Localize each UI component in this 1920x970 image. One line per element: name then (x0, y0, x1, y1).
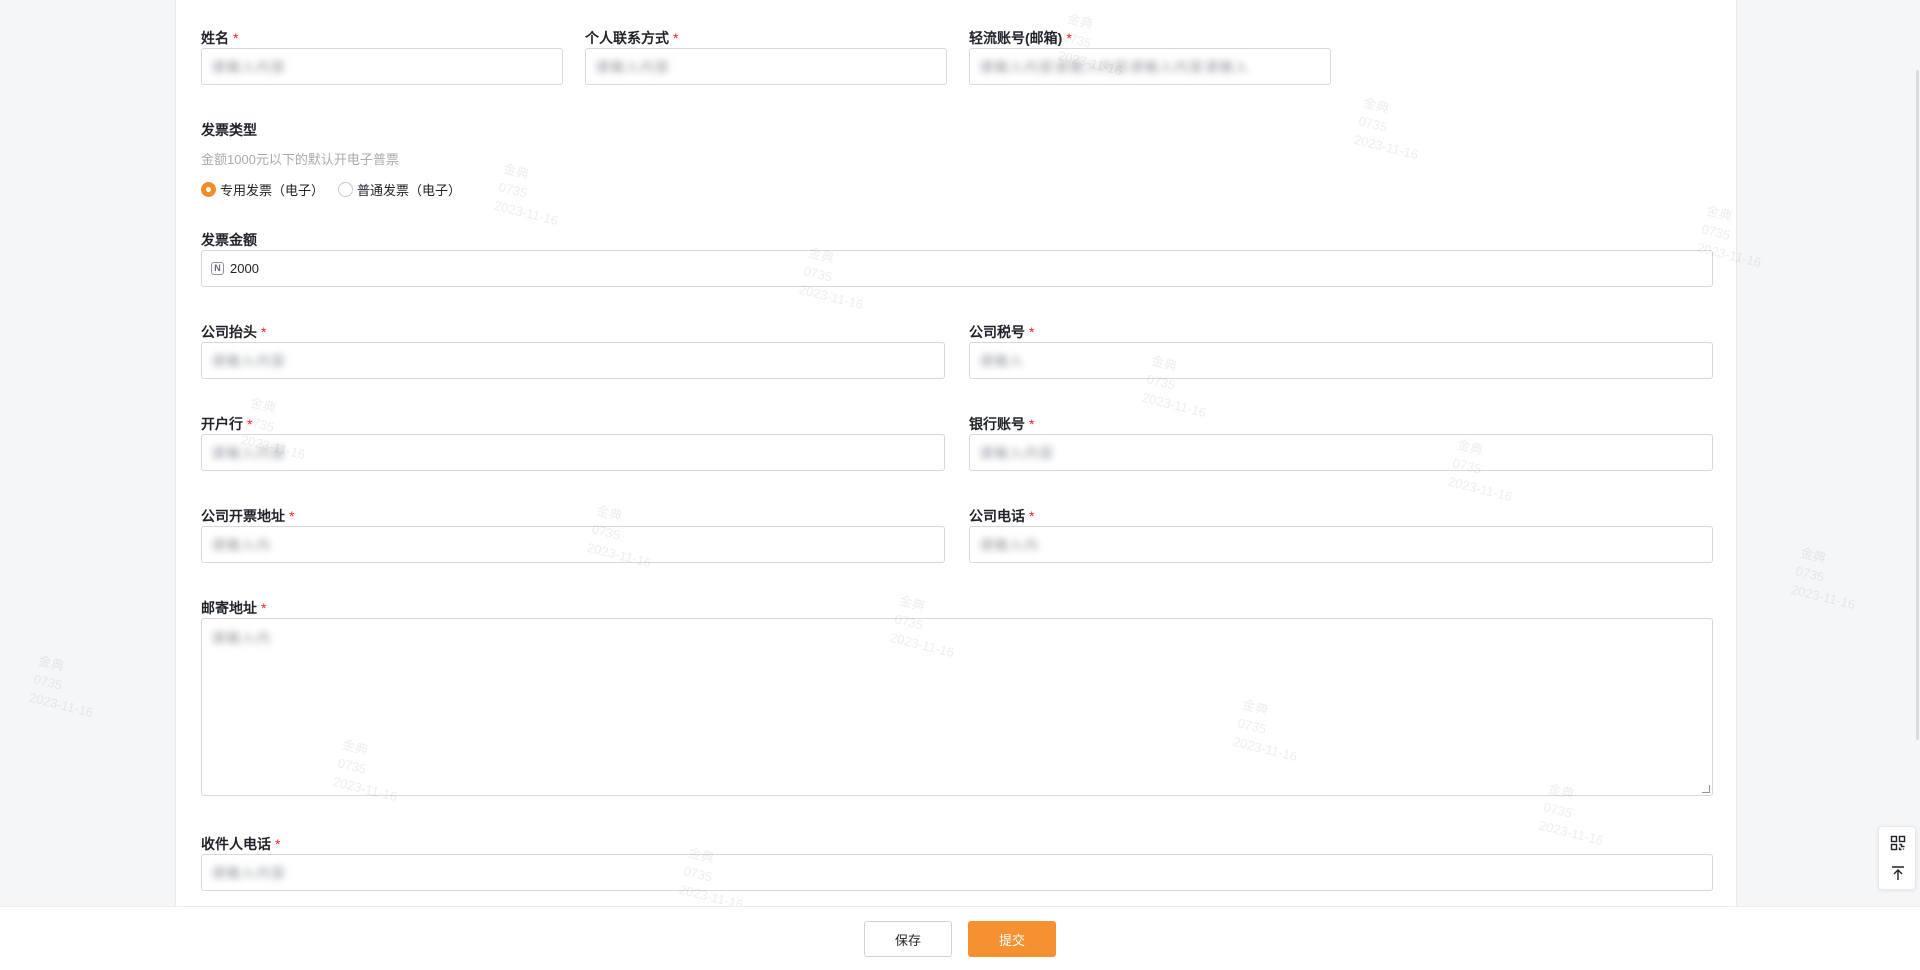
company-title-field: 公司抬头 * 请输入内容 (201, 322, 945, 379)
invoice-type-hint: 金额1000元以下的默认开电子普票 (201, 152, 399, 167)
receiver-phone-input[interactable]: 请输入内容 (201, 854, 1713, 891)
mail-address-textarea[interactable]: 请输入内 (201, 618, 1713, 796)
radio-unchecked-icon[interactable] (338, 182, 354, 197)
account-input[interactable]: 请输入内容请输入内容请输入内容请输入 (969, 48, 1331, 85)
mail-address-label: 邮寄地址 * (201, 600, 267, 616)
amount-field: 发票金额 N 2000 (201, 230, 1713, 287)
invoice-address-value: 请输入内 (211, 536, 271, 553)
resize-grip-icon[interactable] (1702, 785, 1710, 793)
radio-checked-icon[interactable] (201, 182, 216, 197)
bank-account-label: 银行账号 * (969, 416, 1035, 432)
bank-input[interactable]: 请输入内容 (201, 434, 945, 471)
company-title-label: 公司抬头 * (201, 324, 267, 340)
bank-label: 开户行 * (201, 416, 253, 432)
contact-value: 请输入内容 (595, 58, 670, 75)
account-value: 请输入内容请输入内容请输入内容请输入 (979, 58, 1249, 75)
bank-account-value: 请输入内容 (979, 444, 1054, 461)
qrcode-icon[interactable] (1890, 835, 1906, 851)
invoice-type-label: 发票类型 (201, 122, 257, 138)
mail-address-field: 邮寄地址 * 请输入内 (201, 598, 1713, 796)
amount-label: 发票金额 (201, 232, 257, 248)
save-button[interactable]: 保存 (864, 921, 952, 957)
company-title-value: 请输入内容 (211, 352, 286, 369)
company-title-input[interactable]: 请输入内容 (201, 342, 945, 379)
bank-account-input[interactable]: 请输入内容 (969, 434, 1713, 471)
form-card: 姓名 * 请输入内容 个人联系方式 * 请输入内容 轻流账号(邮箱) * 请输入内容请… (175, 0, 1737, 910)
tax-id-input[interactable]: 请输入 (969, 342, 1713, 379)
form-footer: 保存 提交 (0, 906, 1920, 970)
tax-id-label: 公司税号 * (969, 324, 1035, 340)
invoice-type-field: 发票类型 金额1000元以下的默认开电子普票 专用发票（电子） 普通发票（电子） (201, 120, 801, 199)
amount-input[interactable]: N 2000 (201, 250, 1713, 287)
company-phone-label: 公司电话 * (969, 508, 1035, 524)
receiver-phone-field: 收件人电话 * 请输入内容 (201, 834, 1713, 891)
submit-button[interactable]: 提交 (968, 921, 1056, 957)
invoice-address-input[interactable]: 请输入内 (201, 526, 945, 563)
name-input[interactable]: 请输入内容 (201, 48, 563, 85)
bank-account-field: 银行账号 * 请输入内容 (969, 414, 1713, 471)
scrollbar-thumb[interactable] (1916, 70, 1919, 740)
radio-option-special[interactable]: 专用发票（电子） (201, 180, 324, 199)
back-to-top-icon[interactable] (1890, 865, 1906, 881)
account-field: 轻流账号(邮箱) * 请输入内容请输入内容请输入内容请输入 (969, 28, 1331, 85)
invoice-type-radio-group: 专用发票（电子） 普通发票（电子） (201, 180, 801, 199)
invoice-address-field: 公司开票地址 * 请输入内 (201, 506, 945, 563)
watermark: 金典 0735 2023-11-16 (1789, 544, 1857, 613)
radio-label-special: 专用发票（电子） (220, 183, 325, 198)
bank-value: 请输入内容 (211, 444, 286, 461)
radio-option-normal[interactable]: 普通发票（电子） (338, 180, 461, 199)
contact-input[interactable]: 请输入内容 (585, 48, 947, 85)
float-toolbar (1878, 826, 1916, 890)
tax-id-value: 请输入 (979, 352, 1024, 369)
company-phone-value: 请输入内 (979, 536, 1039, 553)
mail-address-value: 请输入内 (211, 630, 271, 646)
tax-id-field: 公司税号 * 请输入 (969, 322, 1713, 379)
amount-value: 2000 (230, 261, 259, 276)
name-field: 姓名 * 请输入内容 (201, 28, 563, 85)
account-label: 轻流账号(邮箱) * (969, 30, 1072, 46)
contact-field: 个人联系方式 * 请输入内容 (585, 28, 947, 85)
radio-label-normal: 普通发票（电子） (357, 183, 462, 198)
number-icon: N (211, 262, 224, 275)
company-phone-input[interactable]: 请输入内 (969, 526, 1713, 563)
receiver-phone-value: 请输入内容 (211, 864, 286, 881)
company-phone-field: 公司电话 * 请输入内 (969, 506, 1713, 563)
receiver-phone-label: 收件人电话 * (201, 836, 281, 852)
bank-field: 开户行 * 请输入内容 (201, 414, 945, 471)
name-value: 请输入内容 (211, 58, 286, 75)
invoice-address-label: 公司开票地址 * (201, 508, 295, 524)
watermark: 金典 0735 2023-11-16 (27, 652, 95, 721)
contact-label: 个人联系方式 * (585, 30, 679, 46)
name-label: 姓名 * (201, 30, 239, 46)
